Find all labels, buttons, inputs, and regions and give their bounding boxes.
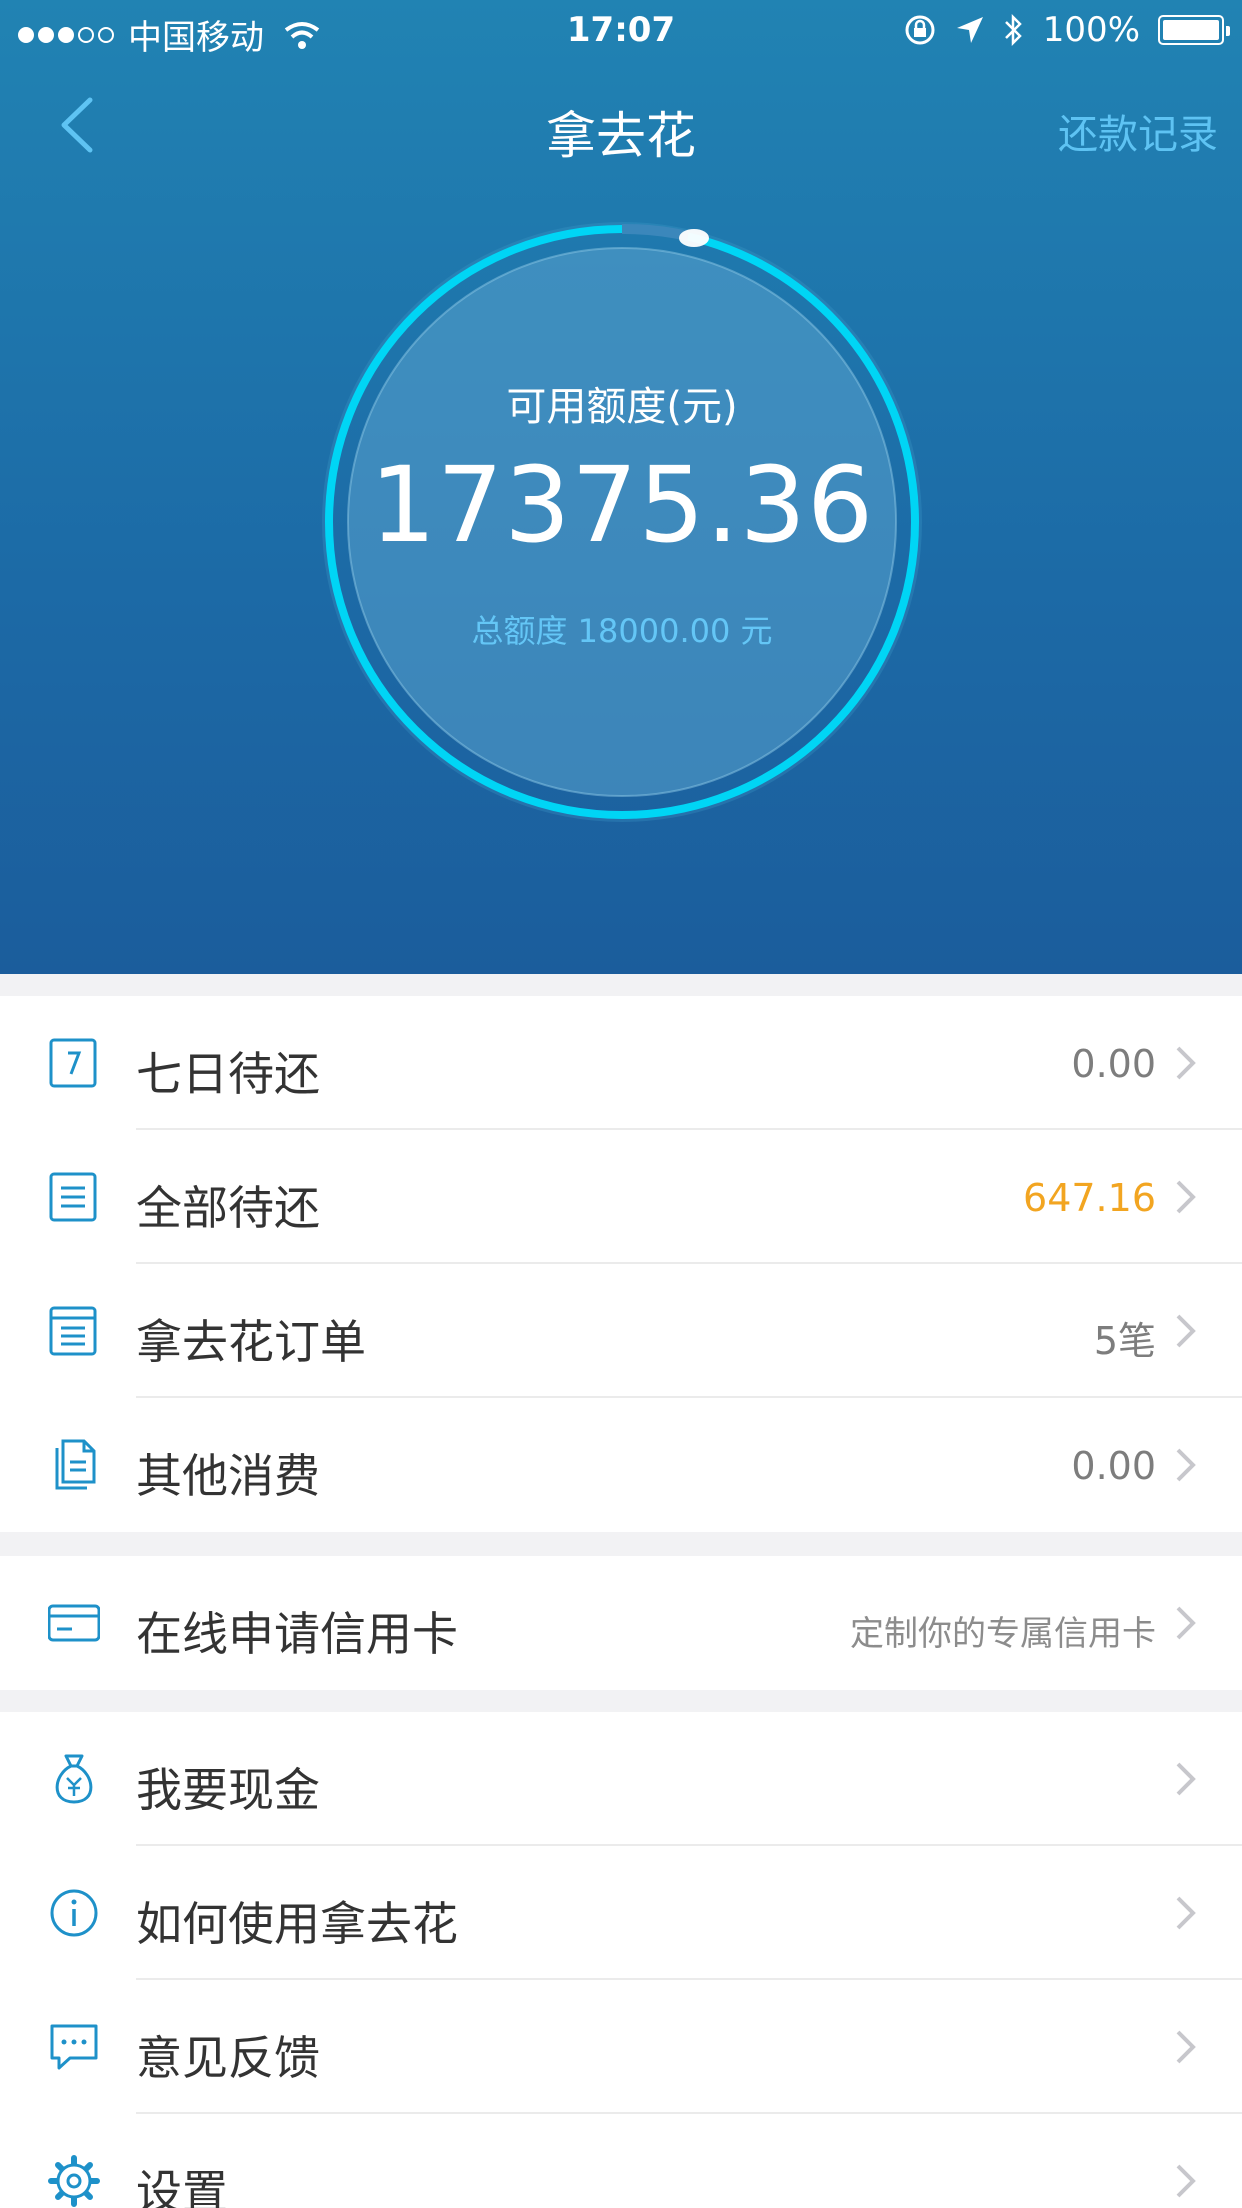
documents-icon bbox=[55, 1439, 96, 1490]
battery-percent: 100% bbox=[1042, 10, 1140, 50]
calendar-7-icon bbox=[49, 1038, 97, 1088]
chevron-right-icon bbox=[1176, 1448, 1196, 1482]
chevron-right-icon bbox=[1176, 1046, 1196, 1080]
list-item-label: 我要现金 bbox=[136, 1763, 320, 1817]
credit-card-group: 在线申请信用卡 定制你的专属信用卡 bbox=[0, 1556, 1242, 1690]
list-item-value: 0.00 bbox=[1071, 1444, 1156, 1488]
info-icon bbox=[50, 1889, 98, 1937]
chevron-right-icon bbox=[1176, 2164, 1196, 2198]
list-item-label: 全部待还 bbox=[136, 1181, 320, 1235]
list-item-cash[interactable]: 我要现金 bbox=[0, 1712, 1242, 1846]
list-item-label: 拿去花订单 bbox=[136, 1315, 366, 1369]
credit-card-icon bbox=[48, 1604, 100, 1642]
list-item-value: 5笔 bbox=[1093, 1319, 1156, 1363]
list-icon bbox=[49, 1306, 97, 1356]
location-icon bbox=[956, 17, 983, 43]
feedback-icon bbox=[50, 2024, 98, 2070]
list-item-other-spending[interactable]: 其他消费 0.00 bbox=[0, 1398, 1242, 1532]
repayment-history-link[interactable]: 还款记录 bbox=[1058, 102, 1218, 160]
nav-bar: 拿去花 还款记录 bbox=[0, 70, 1242, 180]
bluetooth-icon bbox=[1004, 13, 1022, 47]
chevron-right-icon bbox=[1176, 1606, 1196, 1640]
rotation-lock-icon bbox=[905, 15, 935, 45]
status-bar: 中国移动 17:07 100% bbox=[0, 0, 1242, 60]
chevron-right-icon bbox=[1176, 1762, 1196, 1796]
list-item-label: 其他消费 bbox=[136, 1449, 320, 1503]
page-title: 拿去花 bbox=[546, 107, 696, 165]
chevron-right-icon bbox=[1176, 1314, 1196, 1348]
list-item-value: 0.00 bbox=[1071, 1042, 1156, 1086]
list-item-all-due[interactable]: 全部待还 647.16 bbox=[0, 1130, 1242, 1264]
chevron-right-icon bbox=[1176, 1180, 1196, 1214]
available-credit-value: 17375.36 bbox=[369, 444, 875, 566]
battery-icon bbox=[1158, 15, 1230, 45]
credit-summary: 可用额度(元) 17375.36 总额度 18000.00 元 bbox=[322, 222, 922, 822]
credit-header: 中国移动 17:07 100% 拿去花 还款记录 可用额度(元) 17375.3… bbox=[0, 0, 1242, 974]
list-item-orders[interactable]: 拿去花订单 5笔 bbox=[0, 1264, 1242, 1398]
available-credit-label: 可用额度(元) bbox=[506, 384, 738, 430]
chevron-right-icon bbox=[1176, 2030, 1196, 2064]
document-icon bbox=[49, 1172, 97, 1222]
list-item-feedback[interactable]: 意见反馈 bbox=[0, 1980, 1242, 2114]
total-credit-label: 总额度 18000.00 元 bbox=[471, 612, 773, 650]
chevron-right-icon bbox=[1176, 1896, 1196, 1930]
list-item-value: 定制你的专属信用卡 bbox=[850, 1614, 1156, 1654]
list-item-label: 设置 bbox=[136, 2165, 228, 2208]
list-item-how-to-use[interactable]: 如何使用拿去花 bbox=[0, 1846, 1242, 1980]
list-item-seven-day-due[interactable]: 七日待还 0.00 bbox=[0, 996, 1242, 1130]
list-item-settings[interactable]: 设置 bbox=[0, 2114, 1242, 2208]
service-group: 我要现金 如何使用拿去花 意见反馈 设置 bbox=[0, 1712, 1242, 2208]
list-item-label: 七日待还 bbox=[136, 1047, 320, 1101]
gear-icon bbox=[48, 2155, 100, 2207]
list-item-label: 如何使用拿去花 bbox=[136, 1897, 458, 1951]
list-item-apply-credit-card[interactable]: 在线申请信用卡 定制你的专属信用卡 bbox=[0, 1556, 1242, 1690]
repayment-group: 七日待还 0.00 全部待还 647.16 拿去花订单 5笔 其他消费 0.00 bbox=[0, 996, 1242, 1532]
list-item-label: 意见反馈 bbox=[136, 2031, 320, 2085]
list-item-value: 647.16 bbox=[1023, 1176, 1156, 1220]
list-item-label: 在线申请信用卡 bbox=[136, 1607, 458, 1661]
money-bag-icon bbox=[55, 1754, 93, 1804]
